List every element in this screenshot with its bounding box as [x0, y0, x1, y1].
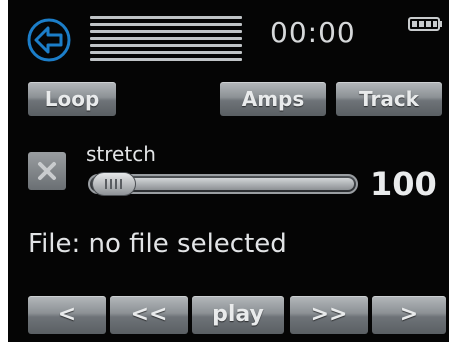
next-button[interactable]: >: [372, 296, 446, 334]
track-button[interactable]: Track: [336, 82, 442, 116]
stretch-label: stretch: [86, 142, 156, 166]
file-status: File: no file selected: [28, 229, 287, 259]
time-display: 00:00: [270, 16, 356, 49]
loop-button[interactable]: Loop: [28, 82, 116, 116]
play-button[interactable]: play: [192, 296, 284, 334]
slider-knob[interactable]: [92, 172, 136, 196]
previous-button[interactable]: <: [28, 296, 106, 334]
amps-button[interactable]: Amps: [220, 82, 326, 116]
fast-forward-button[interactable]: >>: [290, 296, 368, 334]
stretch-checkbox[interactable]: [28, 152, 66, 190]
x-icon: [38, 162, 56, 180]
back-arrow-icon[interactable]: [26, 17, 72, 63]
rewind-button[interactable]: <<: [110, 296, 188, 334]
stretch-value: 100: [370, 165, 437, 203]
battery-icon: [408, 16, 444, 32]
player-screen: 00:00 Loop Amps Track stretch 100 File: …: [8, 0, 449, 342]
level-meter: [90, 16, 242, 68]
